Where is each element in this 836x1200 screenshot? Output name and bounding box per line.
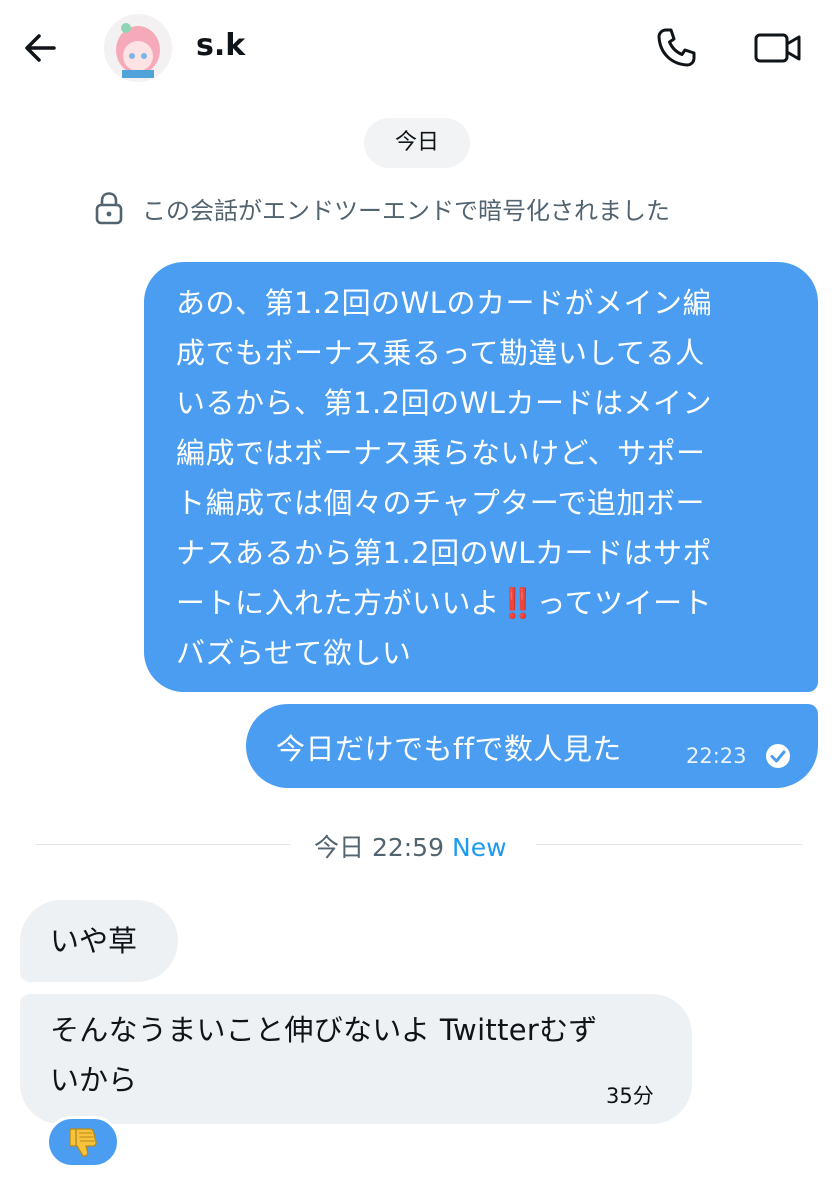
outgoing-message[interactable]: あの、第1.2回のWLのカードがメイン編 成でもボーナス乗るって勘違いしてる人 … [144, 262, 818, 692]
new-messages-divider: 今日 22:59 New [36, 826, 802, 862]
message-line: ト編成では個々のチャプターで追加ボー [176, 486, 705, 520]
message-line: いから [50, 1063, 138, 1097]
incoming-message[interactable]: そんなうまいこと伸びないよ Twitterむず いから 35分 [20, 994, 692, 1124]
video-call-button[interactable] [752, 24, 804, 72]
message-line: あの、第1.2回のWLのカードがメイン編 [176, 286, 712, 320]
divider-time: 今日 22:59 [314, 833, 444, 862]
lock-icon [95, 192, 123, 225]
avatar[interactable] [104, 14, 172, 82]
message-timestamp: 22:23 [686, 744, 747, 768]
message-line: そんなうまいこと伸びないよ Twitterむず [50, 1013, 598, 1047]
divider-label: 今日 22:59 New [314, 828, 507, 864]
encryption-notice: この会話がエンドツーエンドで暗号化されました [94, 190, 670, 226]
message-line: 成でもボーナス乗るって勘違いしてる人 [176, 336, 705, 370]
contact-name[interactable]: s.k [196, 28, 245, 63]
double-exclamation-emoji: ‼️ [499, 586, 537, 620]
divider-line [36, 844, 290, 845]
incoming-message[interactable]: いや草 [20, 900, 178, 982]
message-text: 今日だけでもffで数人見た [276, 732, 622, 766]
reaction-badge[interactable] [46, 1116, 120, 1168]
message-line: ートに入れた方がいいよ‼️ってツイート [176, 578, 788, 628]
avatar-image [104, 14, 172, 82]
conversation-header: s.k [0, 0, 836, 100]
back-button[interactable] [20, 26, 64, 70]
video-camera-icon [754, 33, 801, 63]
divider-line [536, 844, 802, 845]
message-line: バズらせて欲しい [176, 636, 412, 670]
message-timestamp: 35分 [606, 1084, 654, 1108]
phone-icon [657, 28, 696, 67]
arrow-left-icon [25, 34, 56, 62]
date-separator: 今日 [364, 118, 470, 168]
message-text: いや草 [50, 924, 138, 958]
message-line: いるから、第1.2回のWLカードはメイン [176, 386, 712, 420]
new-badge: New [452, 833, 507, 862]
message-line: ナスあるから第1.2回のWLカードはサポ [176, 536, 712, 570]
message-text: ートに入れた方がいいよ [176, 586, 500, 620]
message-line: 編成ではボーナス乗らないけど、サポー [176, 436, 706, 470]
encryption-text: この会話がエンドツーエンドで暗号化されました [142, 196, 670, 225]
call-button[interactable] [652, 24, 700, 72]
outgoing-message[interactable]: 今日だけでもffで数人見た 22:23 [246, 704, 818, 788]
thumbs-down-icon [69, 1128, 97, 1157]
message-text: ってツイート [536, 586, 713, 620]
check-circle-icon [766, 744, 790, 768]
